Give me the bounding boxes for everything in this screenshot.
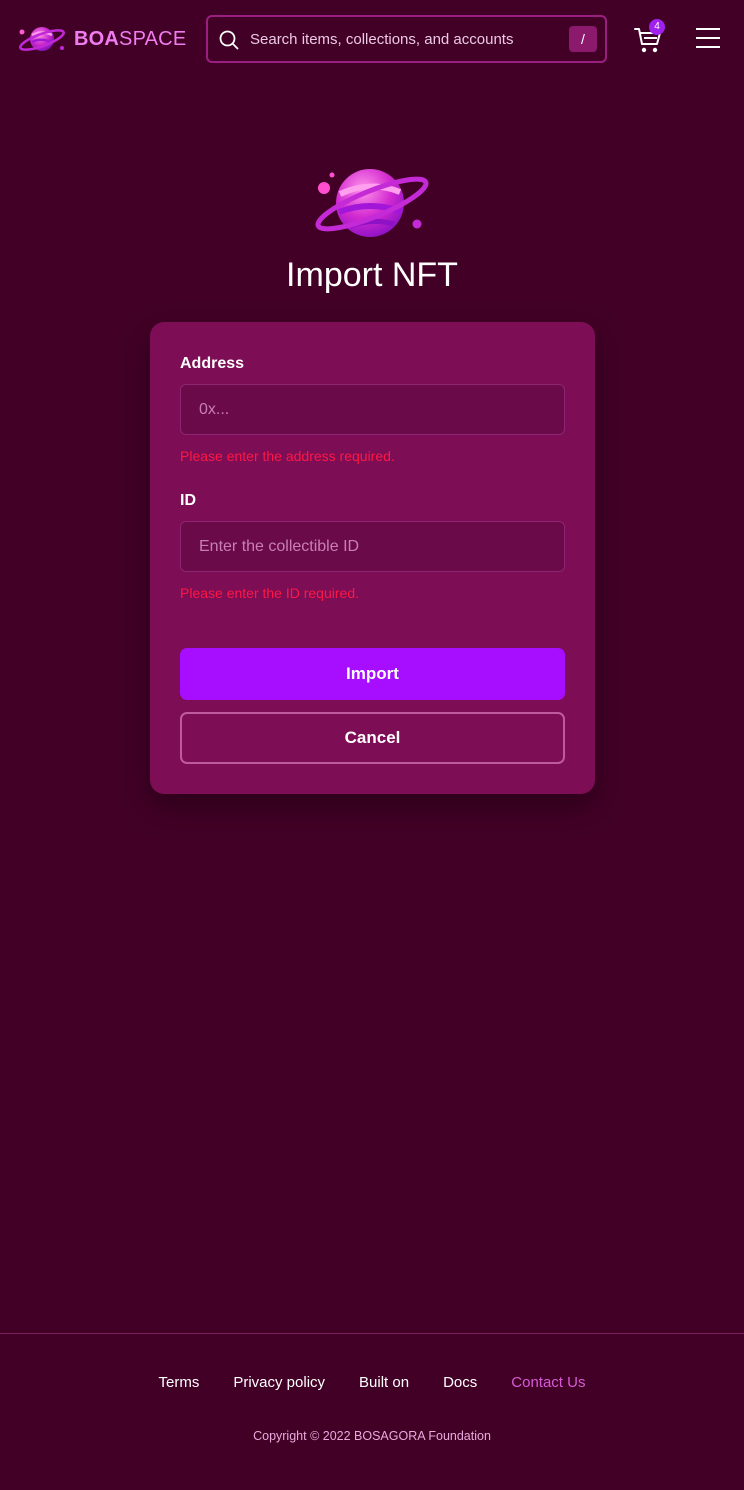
footer-link-contact[interactable]: Contact Us [511, 1374, 585, 1391]
logo-text: BOASPACE [74, 29, 186, 49]
header: BOASPACE / 4 [0, 0, 744, 78]
cancel-button[interactable]: Cancel [180, 712, 565, 764]
search-icon [218, 29, 240, 56]
footer-links: Terms Privacy policy Built on Docs Conta… [0, 1374, 744, 1391]
search-bar: / [206, 15, 607, 63]
id-label: ID [180, 492, 196, 509]
id-error: Please enter the ID required. [180, 585, 359, 601]
planet-logo-icon [19, 27, 65, 51]
copyright-text: Copyright © 2022 BOSAGORA Foundation [253, 1429, 491, 1443]
logo-text-bold: BOA [74, 28, 120, 50]
logo[interactable]: BOASPACE [18, 22, 186, 56]
cart-count-badge: 4 [649, 19, 665, 35]
page: BOASPACE / 4 [0, 0, 744, 1490]
footer-link-privacy[interactable]: Privacy policy [233, 1374, 325, 1391]
logo-text-light: SPACE [119, 28, 187, 50]
footer-link-terms[interactable]: Terms [159, 1374, 200, 1391]
import-button[interactable]: Import [180, 648, 565, 700]
footer-divider [0, 1333, 744, 1334]
address-label: Address [180, 355, 245, 372]
search-input[interactable] [250, 17, 560, 61]
footer-link-docs[interactable]: Docs [443, 1374, 477, 1391]
address-input[interactable] [180, 384, 565, 435]
import-nft-form: Address Please enter the address require… [150, 322, 595, 794]
hamburger-icon [696, 28, 720, 48]
address-error: Please enter the address required. [180, 448, 395, 464]
page-title: Import NFT [286, 256, 458, 294]
planet-icon [315, 169, 429, 237]
menu-button[interactable] [694, 26, 722, 50]
id-input[interactable] [180, 521, 565, 572]
footer-link-built-on[interactable]: Built on [359, 1374, 409, 1391]
search-shortcut-key: / [569, 26, 597, 52]
